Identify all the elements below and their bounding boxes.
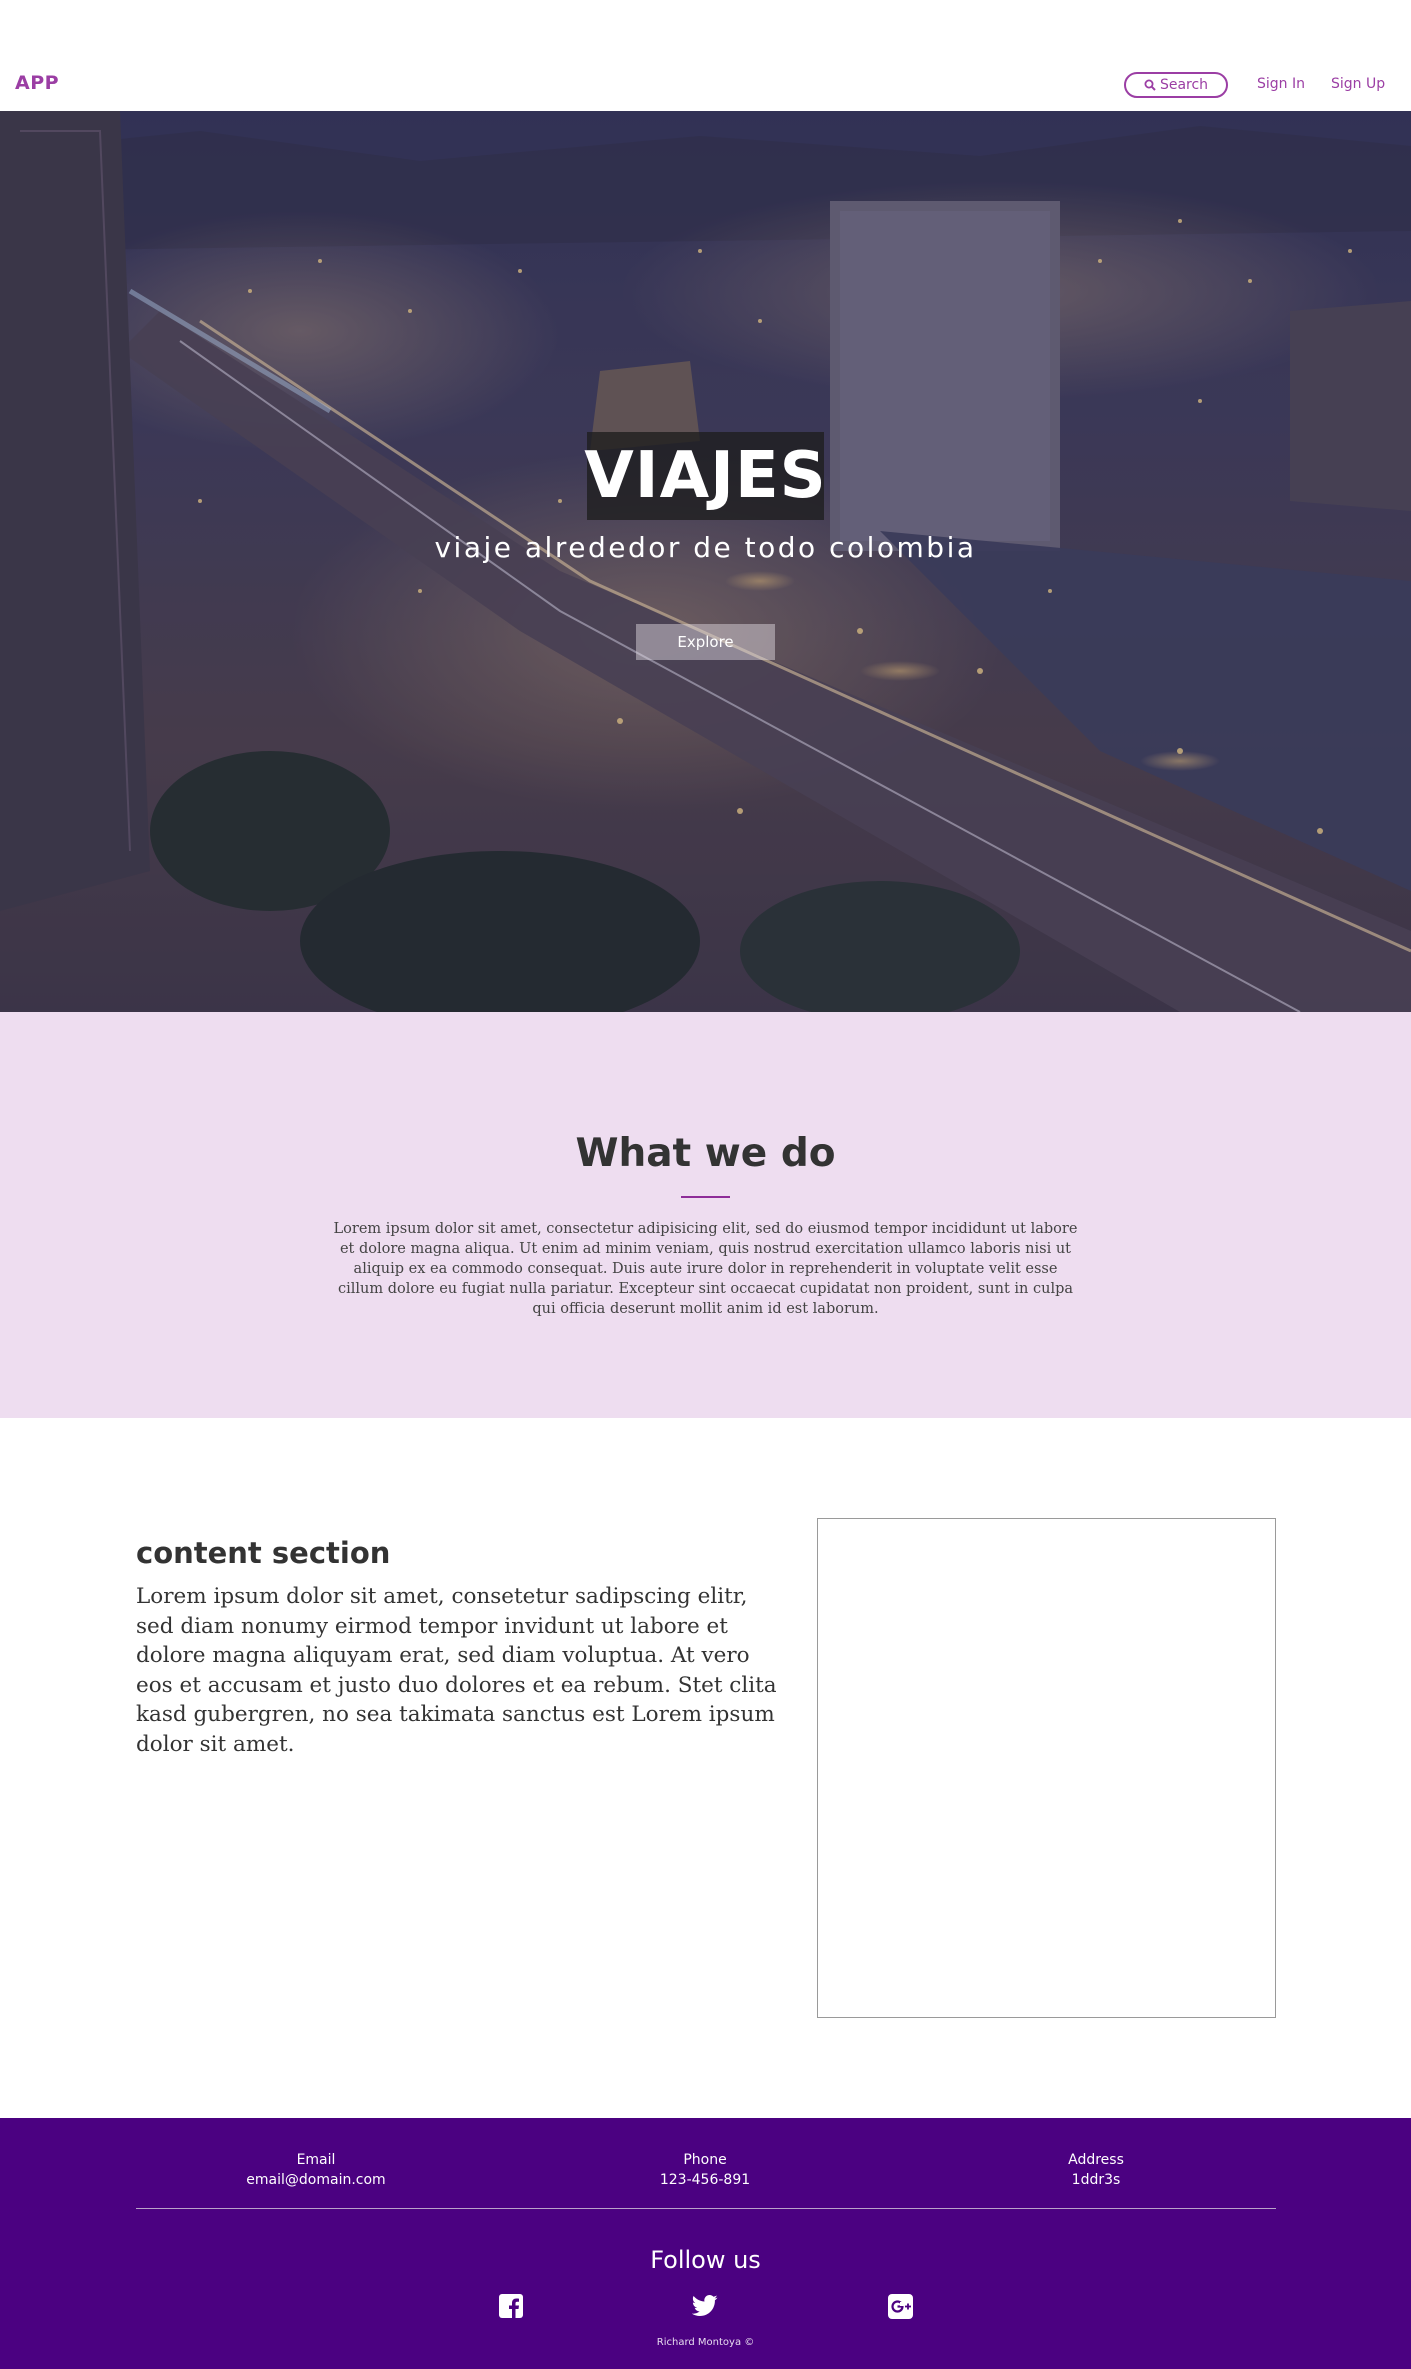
google-plus-icon[interactable] xyxy=(886,2292,914,2320)
facebook-icon[interactable] xyxy=(497,2292,525,2320)
email-value[interactable]: email@domain.com xyxy=(216,2170,416,2190)
search-button[interactable]: Search xyxy=(1124,72,1228,98)
footer: Email email@domain.com Phone 123-456-891… xyxy=(0,2118,1411,2369)
navbar: APP Search Sign In Sign Up xyxy=(0,0,1411,111)
what-we-do-text: Lorem ipsum dolor sit amet, consectetur … xyxy=(333,1221,1078,1317)
footer-divider xyxy=(136,2208,1276,2209)
phone-value: 123-456-891 xyxy=(659,2172,751,2188)
hero-title: VIAJES xyxy=(584,439,827,513)
contact-address: Address 1ddr3s xyxy=(996,2150,1196,2190)
contact-phone: Phone 123-456-891 xyxy=(605,2150,805,2190)
hero-section: VIAJES viaje alrededor de todo colombia … xyxy=(0,111,1411,1012)
phone-label: Phone xyxy=(683,2152,727,2168)
hero-subtitle: viaje alrededor de todo colombia xyxy=(434,531,977,564)
address-value: 1ddr3s xyxy=(1071,2172,1121,2188)
twitter-icon[interactable] xyxy=(691,2292,719,2320)
content-title: content section xyxy=(136,1536,391,1570)
content-text: Lorem ipsum dolor sit amet, consetetur s… xyxy=(136,1584,777,1757)
sign-up-link[interactable]: Sign Up xyxy=(1331,76,1385,92)
follow-us-title: Follow us xyxy=(650,2246,761,2274)
what-we-do-title: What we do xyxy=(575,1131,836,1176)
title-underline xyxy=(681,1196,730,1198)
contact-email: Email email@domain.com xyxy=(216,2150,416,2190)
explore-button[interactable]: Explore xyxy=(636,624,775,660)
what-we-do-section: What we do Lorem ipsum dolor sit amet, c… xyxy=(0,1012,1411,1418)
email-label: Email xyxy=(296,2152,336,2168)
hero-title-box: VIAJES xyxy=(584,432,827,520)
content-image-placeholder xyxy=(817,1518,1276,2018)
brand-logo[interactable]: APP xyxy=(15,72,59,94)
search-label: Search xyxy=(1159,77,1209,93)
footer-credit: Richard Montoya © xyxy=(656,2337,755,2348)
address-label: Address xyxy=(1068,2152,1124,2168)
sign-in-link[interactable]: Sign In xyxy=(1257,76,1305,92)
search-icon xyxy=(1144,79,1156,91)
